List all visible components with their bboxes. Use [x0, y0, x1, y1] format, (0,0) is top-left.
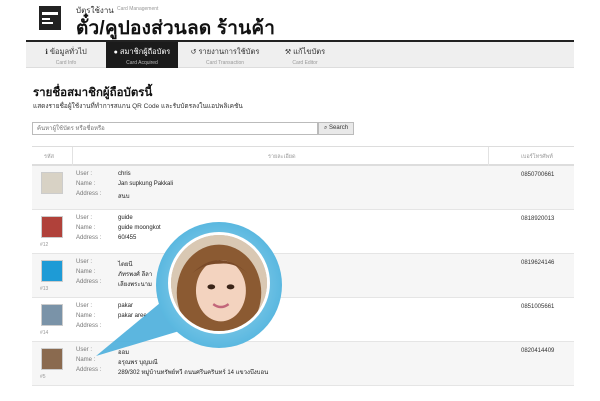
name-label: Name : [76, 313, 96, 319]
tab-card-info[interactable]: ℹ ข้อมูลทั่วไป Card Info [26, 42, 106, 68]
nav-tabs: ℹ ข้อมูลทั่วไป Card Info ● สมาชิกผู้ถือบัต… [26, 42, 574, 68]
name-label: Name : [76, 269, 96, 275]
tab-sublabel: Card Info [55, 60, 77, 66]
user-label: User : [76, 215, 93, 221]
card-icon [39, 6, 61, 30]
search-icon: ⌕ [323, 125, 328, 131]
member-avatar [41, 172, 63, 194]
address-value: เลียงพระนาม [118, 282, 152, 288]
column-divider [488, 147, 489, 167]
name-value: guide moongkot [118, 225, 161, 231]
user-value: ไตยนี [118, 262, 133, 268]
name-label: Name : [76, 225, 96, 231]
address-label: Address : [76, 191, 102, 197]
address-value: 289/302 หมู่บ้านทรัพย์ทวี ถนนศรีนครินทร์… [118, 370, 269, 376]
header-subtitle-en: Card Management [117, 6, 159, 12]
tab-sublabel: Card Transaction [205, 60, 245, 66]
row-number: #12 [40, 242, 49, 248]
phone-value: 0820414409 [521, 348, 555, 354]
member-avatar [41, 260, 63, 282]
address-value: 60/455 [118, 235, 137, 241]
tab-sublabel: Card Acquired [126, 60, 158, 66]
table-row[interactable]: #12 User : guide Name : guide moongkot A… [32, 210, 574, 254]
table-row[interactable]: #13 User : ไตยนี Name : ภัทรพงศ์ ลีลา Ad… [32, 254, 574, 298]
address-label: Address : [76, 235, 102, 241]
user-value: guide [118, 215, 133, 221]
name-label: Name : [76, 181, 96, 187]
phone-value: 0851005661 [521, 304, 555, 310]
user-label: User : [76, 303, 93, 309]
table-row[interactable]: User : chris Name : Jan supkung Pakkali … [32, 166, 574, 210]
tab-card-editor[interactable]: ⚒ แก้ไขบัตร Card Editor [272, 42, 338, 68]
name-value: อรุณพร บุญมณี [118, 360, 158, 366]
address-value: สนบ [118, 194, 130, 200]
header-detail: รายละเอียด [268, 154, 296, 160]
row-number: #14 [40, 330, 49, 336]
tab-sublabel: Card Editor [292, 60, 318, 66]
member-avatar [41, 348, 63, 370]
column-divider [72, 147, 73, 167]
member-avatar [41, 304, 63, 326]
member-photo-zoom [168, 232, 270, 334]
search-input[interactable] [32, 122, 318, 135]
tab-label: รายงานการใช้บัตร [198, 47, 260, 56]
user-label: User : [76, 171, 93, 177]
tab-label: สมาชิกผู้ถือบัตร [119, 47, 171, 56]
name-value: Jan supkung Pakkali [118, 181, 174, 187]
info-icon: ℹ [45, 49, 48, 56]
address-label: Address : [76, 279, 102, 285]
history-icon: ↺ [190, 49, 197, 56]
user-label: User : [76, 259, 93, 265]
tab-card-acquired[interactable]: ● สมาชิกผู้ถือบัตร Card Acquired [106, 42, 178, 68]
phone-value: 0850700661 [521, 172, 555, 178]
user-label: User : [76, 347, 93, 353]
address-label: Address : [76, 367, 102, 373]
name-value: ภัทรพงศ์ ลีลา [118, 272, 153, 278]
search-button[interactable]: ⌕ Search [318, 122, 354, 135]
phone-value: 0818920013 [521, 216, 555, 222]
page-title: ตั๋ว/คูปองส่วนลด ร้านค้า [76, 18, 276, 39]
header-phone: เบอร์โทรศัพท์ [521, 154, 553, 160]
table-header: รหัส รายละเอียด เบอร์โทรศัพท์ [32, 146, 574, 167]
header-num: รหัส [44, 154, 54, 160]
tab-label: ข้อมูลทั่วไป [49, 47, 87, 56]
wrench-icon: ⚒ [284, 49, 292, 56]
phone-value: 0819624146 [521, 260, 555, 266]
row-number: #13 [40, 286, 49, 292]
user-icon: ● [113, 49, 118, 56]
member-avatar [41, 216, 63, 238]
app-header: บัตรใช้งาน Card Management ตั๋ว/คูปองส่ว… [0, 0, 600, 40]
section-title: รายชื่อสมาชิกผู้ถือบัตรนี้ [33, 87, 153, 99]
section-description: แสดงรายชื่อผู้ใช้งานที่ทำการสแกน QR Code… [33, 103, 243, 110]
row-number: #5 [40, 374, 46, 380]
tab-label: แก้ไขบัตร [293, 47, 326, 56]
tab-card-transaction[interactable]: ↺ รายงานการใช้บัตร Card Transaction [178, 42, 272, 68]
search-button-label: Search [329, 125, 349, 131]
user-value: chris [118, 171, 131, 177]
name-label: Name : [76, 357, 96, 363]
